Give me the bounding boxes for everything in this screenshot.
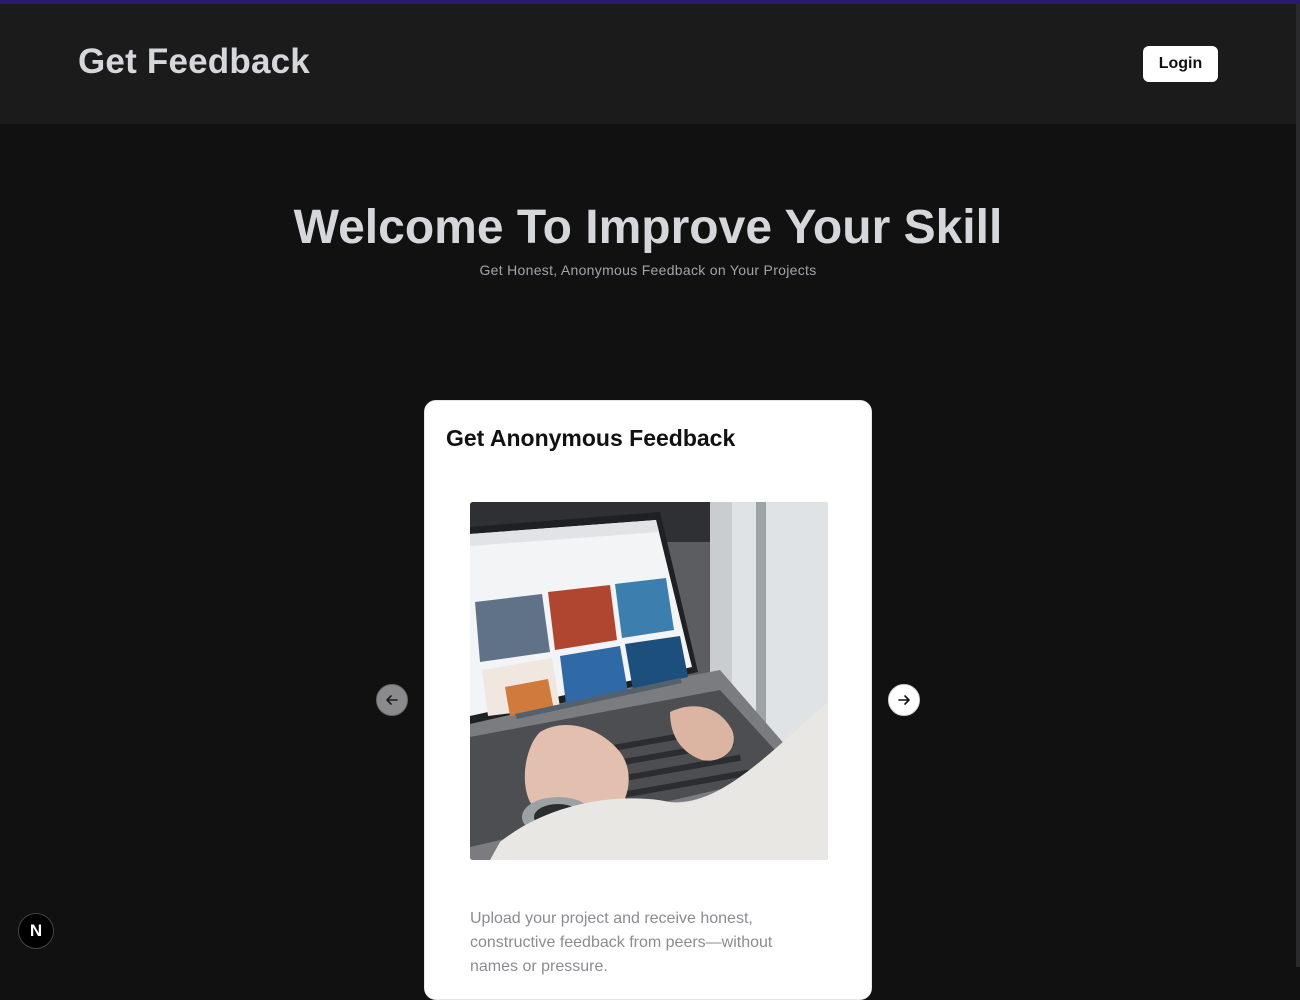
nextjs-logo-icon[interactable]: N xyxy=(18,913,54,949)
card-description: Upload your project and receive honest, … xyxy=(470,910,773,975)
hero-subtitle: Get Honest, Anonymous Feedback on Your P… xyxy=(479,262,817,278)
arrow-right-icon xyxy=(898,695,910,705)
arrow-left-icon xyxy=(386,695,398,705)
feature-card: Get Anonymous Feedback Upload your proje… xyxy=(424,400,872,1000)
card-title: Get Anonymous Feedback xyxy=(446,425,736,451)
scrollbar[interactable] xyxy=(1296,4,1300,967)
site-header: Get Feedback Login xyxy=(0,4,1300,124)
hero-title: Welcome To Improve Your Skill xyxy=(293,201,1003,254)
brand-logo[interactable]: Get Feedback xyxy=(78,42,310,82)
carousel-next-button[interactable] xyxy=(888,684,920,716)
laptop-photo xyxy=(470,502,828,860)
login-button[interactable]: Login xyxy=(1143,46,1218,82)
carousel-prev-button[interactable] xyxy=(376,684,408,716)
card-image xyxy=(470,502,828,860)
